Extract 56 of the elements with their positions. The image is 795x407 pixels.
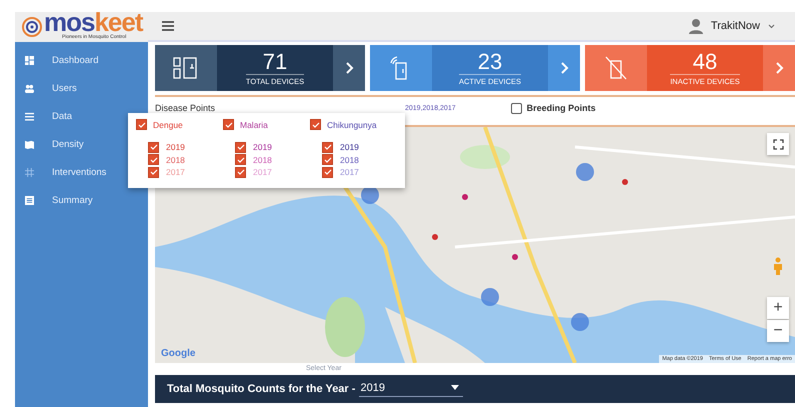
disease-points-label: Disease Points <box>155 103 216 113</box>
device-off-icon <box>603 55 629 81</box>
chevron-right-icon <box>344 61 354 75</box>
user-menu[interactable]: TrakitNow <box>682 17 781 35</box>
checkbox[interactable] <box>322 166 333 178</box>
checkbox[interactable] <box>322 154 333 166</box>
zoom-in-button[interactable]: + <box>767 297 789 319</box>
year-checkbox[interactable]: 2017 <box>322 166 397 178</box>
dropdown-icon <box>450 385 458 390</box>
checkbox[interactable] <box>310 119 321 130</box>
checkbox[interactable] <box>322 142 333 153</box>
logo-icon <box>21 16 43 38</box>
checkbox[interactable] <box>235 166 246 178</box>
devices-icon <box>173 56 199 80</box>
stat-value: 48 <box>692 50 718 74</box>
dashboard-icon <box>25 56 34 64</box>
document-icon <box>25 196 34 204</box>
menu-icon[interactable] <box>162 21 174 31</box>
sidebar-item[interactable]: Users <box>15 74 148 102</box>
checkbox[interactable] <box>235 142 246 153</box>
users-icon <box>25 84 34 92</box>
chevron-right-icon <box>774 61 784 75</box>
sidebar-item[interactable]: Dashboard <box>15 46 148 74</box>
disease-checkbox[interactable]: Chikungunya <box>310 119 397 130</box>
list-icon <box>25 112 34 120</box>
checkbox[interactable] <box>136 119 147 130</box>
checkbox[interactable] <box>223 119 234 130</box>
user-icon <box>688 18 703 34</box>
year-checkbox[interactable]: 2019 <box>148 141 223 154</box>
year-checkbox[interactable]: 2018 <box>235 154 310 166</box>
chevron-down-icon <box>768 24 775 28</box>
year-checkbox[interactable]: 2019 <box>322 141 397 154</box>
checkbox[interactable] <box>148 154 159 166</box>
map-icon <box>25 140 34 148</box>
year-select[interactable]: 2019 <box>358 382 462 396</box>
stat-value: 71 <box>262 50 288 74</box>
disease-checkbox[interactable]: Malaria <box>223 119 310 130</box>
sidebar-item[interactable]: Interventions <box>15 158 148 186</box>
breeding-points-checkbox[interactable]: Breeding Points <box>510 102 596 114</box>
year-checkbox[interactable]: 2018 <box>322 154 397 166</box>
checkbox[interactable] <box>235 154 246 166</box>
fullscreen-button[interactable] <box>767 133 789 155</box>
grid-icon <box>25 168 34 176</box>
year-checkbox[interactable]: 2019 <box>235 141 310 154</box>
sidebar-item[interactable]: Density <box>15 130 148 158</box>
stat-value: 23 <box>478 50 502 74</box>
year-bar-title: Total Mosquito Counts for the Year - <box>167 383 356 395</box>
zoom-out-button[interactable]: − <box>767 320 789 342</box>
brand-name: moskeet <box>44 8 143 34</box>
year-checkbox[interactable]: 2018 <box>148 154 223 166</box>
person-icon <box>773 257 783 275</box>
fullscreen-icon <box>772 138 784 150</box>
map-logo: Google <box>161 348 196 359</box>
chevron-right-icon <box>560 61 568 75</box>
checkbox[interactable] <box>148 142 159 153</box>
checkbox[interactable] <box>148 166 159 178</box>
